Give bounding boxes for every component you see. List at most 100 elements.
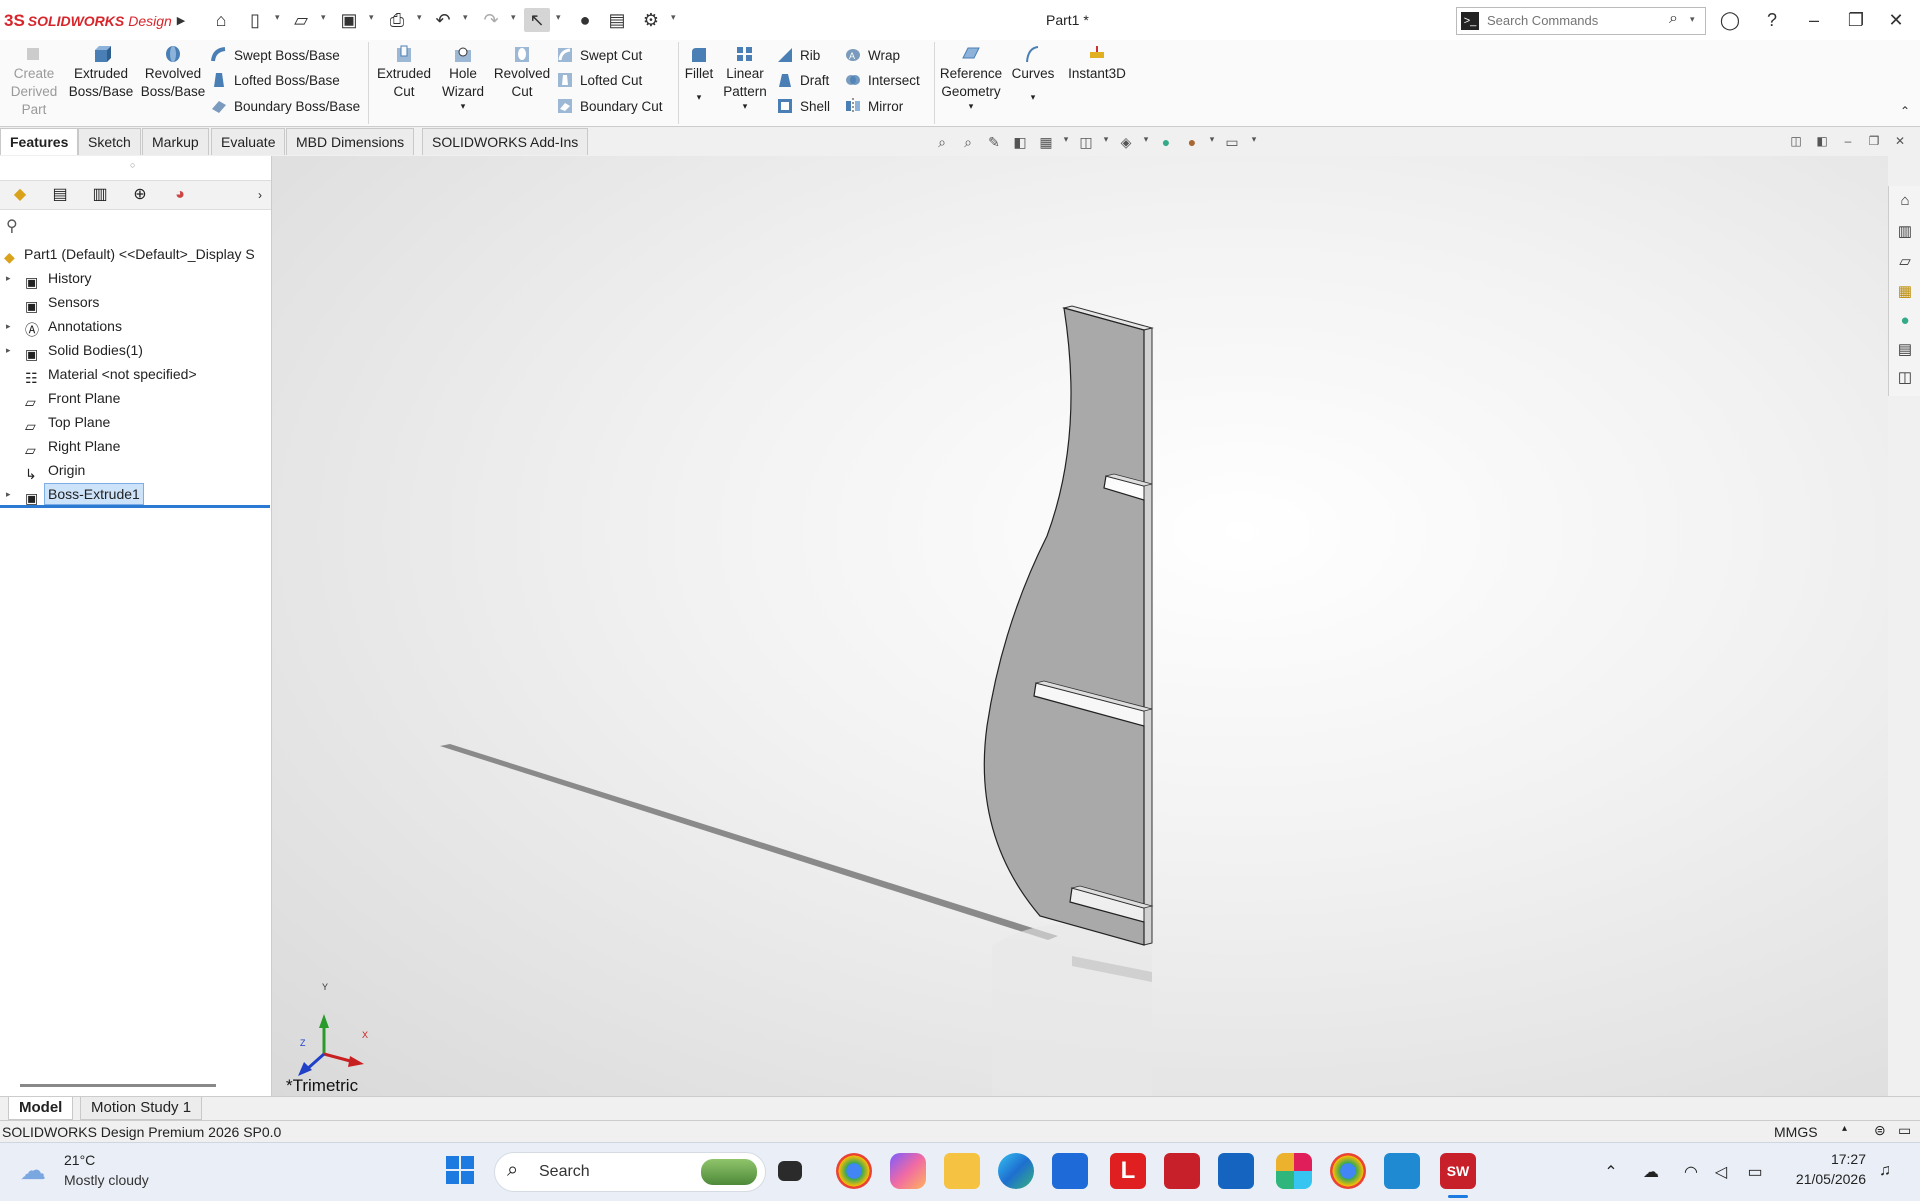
boundary-cut-button[interactable]: Boundary Cut	[556, 94, 663, 118]
viewport-split-icon[interactable]: ◧	[1812, 134, 1832, 152]
solidworks-logo[interactable]: 3S SOLIDWORKS Design	[4, 10, 172, 32]
slack-icon[interactable]	[1276, 1153, 1312, 1189]
previous-view-icon[interactable]: ✎	[984, 134, 1004, 152]
l-app-icon[interactable]: L	[1110, 1153, 1146, 1189]
rib-button[interactable]: Rib	[776, 43, 820, 67]
volume-icon[interactable]: ◁	[1710, 1162, 1732, 1182]
hole-wizard-dropdown-icon[interactable]: ▾	[436, 101, 490, 111]
show-hidden-icons-chevron-icon[interactable]: ⌃	[1600, 1162, 1622, 1182]
model-view-svg[interactable]	[272, 156, 1888, 1096]
fillet-dropdown-icon[interactable]: ▾	[682, 83, 716, 111]
property-manager-tab-icon[interactable]: ▤	[42, 183, 78, 207]
extruded-cut-button[interactable]: Extruded Cut	[374, 44, 434, 101]
curves-button[interactable]: Curves ▾	[1008, 44, 1058, 111]
cloud-sync-off-icon[interactable]: ☁	[1640, 1162, 1662, 1182]
apply-scene-dropdown-icon[interactable]: ▾	[1202, 134, 1222, 152]
task-view-icon[interactable]	[778, 1161, 802, 1181]
search-icon[interactable]: ⌕	[1669, 10, 1678, 28]
user-account-icon[interactable]: ◯	[1712, 6, 1748, 34]
tab-model[interactable]: Model	[8, 1097, 74, 1120]
save-icon[interactable]: ▣	[336, 8, 362, 32]
shell-button[interactable]: Shell	[776, 94, 830, 118]
display-style-dropdown-icon[interactable]: ▾	[1136, 134, 1156, 152]
tab-motion-study-1[interactable]: Motion Study 1	[80, 1097, 203, 1120]
section-view-icon[interactable]: ◧	[1010, 134, 1030, 152]
file-explorer-taskbar-icon[interactable]	[944, 1153, 980, 1189]
open-icon[interactable]: ▱	[288, 8, 314, 32]
filter-icon[interactable]: ⚲	[6, 216, 18, 236]
file-properties-icon[interactable]: ▤	[604, 8, 630, 32]
curves-dropdown-icon[interactable]: ▾	[1008, 83, 1058, 111]
status-expand-icon[interactable]: ▭	[1898, 1122, 1911, 1139]
weather-description[interactable]: Mostly cloudy	[64, 1172, 149, 1188]
save-dropdown-icon[interactable]: ▾	[369, 12, 379, 28]
lofted-cut-button[interactable]: Lofted Cut	[556, 68, 642, 92]
home-icon[interactable]: ⌂	[208, 8, 234, 32]
copilot-icon[interactable]	[890, 1153, 926, 1189]
weather-temperature[interactable]: 21°C	[64, 1152, 95, 1168]
dimxpert-manager-tab-icon[interactable]: ⊕	[122, 183, 158, 207]
expand-arrow-icon[interactable]: ▸	[6, 266, 16, 290]
units-dropdown-icon[interactable]: ▴	[1842, 1123, 1847, 1134]
swept-cut-button[interactable]: Swept Cut	[556, 43, 642, 67]
chrome-profile-icon[interactable]	[1330, 1153, 1366, 1189]
outlook-icon[interactable]	[1218, 1153, 1254, 1189]
search-commands-box[interactable]: >_ ⌕ ▾	[1456, 7, 1706, 35]
expand-arrow-icon[interactable]: ▸	[6, 482, 16, 506]
fillet-button[interactable]: Fillet ▾	[682, 44, 716, 111]
graphics-viewport[interactable]: Y X Z	[272, 156, 1888, 1096]
tab-sketch[interactable]: Sketch	[78, 128, 141, 155]
hole-wizard-button[interactable]: Hole Wizard ▾	[436, 44, 490, 111]
design-library-icon[interactable]: ▥	[1895, 222, 1915, 242]
instant3d-button[interactable]: Instant3D	[1062, 44, 1132, 83]
revolved-cut-button[interactable]: Revolved Cut	[492, 44, 552, 101]
view-palette-icon[interactable]: ▦	[1895, 282, 1915, 302]
undo-dropdown-icon[interactable]: ▾	[463, 12, 473, 28]
edge-icon[interactable]	[998, 1153, 1034, 1189]
status-rebuild-icon[interactable]: ⊜	[1874, 1122, 1886, 1139]
new-dropdown-icon[interactable]: ▾	[275, 12, 285, 28]
view-settings-icon[interactable]: ▭	[1222, 134, 1242, 152]
tab-features[interactable]: Features	[0, 128, 79, 155]
linear-pattern-button[interactable]: Linear Pattern ▾	[718, 44, 772, 111]
zoom-to-area-icon[interactable]: ⌕	[958, 134, 978, 152]
forum-icon[interactable]: ◫	[1895, 368, 1915, 388]
mirror-button[interactable]: Mirror	[844, 94, 903, 118]
microsoft-store-icon[interactable]	[1052, 1153, 1088, 1189]
view-settings-dropdown-icon[interactable]: ▾	[1244, 134, 1264, 152]
collapse-ribbon-icon[interactable]: ⌃	[1900, 104, 1910, 118]
search-dropdown-icon[interactable]: ▾	[1690, 14, 1695, 25]
linear-pattern-dropdown-icon[interactable]: ▾	[718, 101, 772, 111]
edit-appearance-icon[interactable]: ●	[1156, 134, 1176, 152]
revolved-boss-button[interactable]: Revolved Boss/Base	[138, 44, 208, 101]
view-orientation-dropdown-icon[interactable]: ▾	[1096, 134, 1116, 152]
battery-icon[interactable]: ▭	[1744, 1162, 1766, 1182]
unit-system[interactable]: MMGS	[1774, 1124, 1818, 1140]
custom-properties-icon[interactable]: ▤	[1895, 340, 1915, 360]
minimize-icon[interactable]: –	[1796, 6, 1832, 34]
tab-mbd-dimensions[interactable]: MBD Dimensions	[286, 128, 415, 155]
extruded-boss-button[interactable]: Extruded Boss/Base	[66, 44, 136, 101]
rollback-bar[interactable]	[0, 505, 270, 508]
open-dropdown-icon[interactable]: ▾	[321, 12, 331, 28]
rebuild-icon[interactable]: ●	[572, 8, 598, 32]
viewport-restore-icon[interactable]: ❐	[1864, 134, 1884, 152]
create-derived-part-button[interactable]: Create Derived Part	[6, 44, 62, 119]
display-manager-tab-icon[interactable]: ◕	[162, 183, 198, 207]
select-arrow-icon[interactable]: ↖	[524, 8, 550, 32]
pdf-app-icon[interactable]	[1164, 1153, 1200, 1189]
notifications-bell-icon[interactable]: ♫	[1874, 1162, 1896, 1182]
print-icon[interactable]: ⎙	[384, 8, 410, 32]
tree-item-boss-extrude1[interactable]: ▸ ▣ Boss-Extrude1	[0, 482, 271, 506]
appearances-icon[interactable]: ●	[1895, 312, 1915, 332]
tab-markup[interactable]: Markup	[142, 128, 209, 155]
tab-evaluate[interactable]: Evaluate	[211, 128, 286, 155]
options-gear-icon[interactable]: ⚙	[638, 8, 664, 32]
redo-dropdown-icon[interactable]: ▾	[511, 12, 521, 28]
tab-solidworks-add-ins[interactable]: SOLIDWORKS Add-Ins	[422, 128, 589, 155]
configuration-manager-tab-icon[interactable]: ▥	[82, 183, 118, 207]
expand-arrow-icon[interactable]: ▸	[6, 314, 16, 338]
boundary-boss-button[interactable]: Boundary Boss/Base	[210, 94, 360, 118]
search-commands-input[interactable]	[1487, 13, 1657, 28]
wrap-button[interactable]: A Wrap	[844, 43, 900, 67]
